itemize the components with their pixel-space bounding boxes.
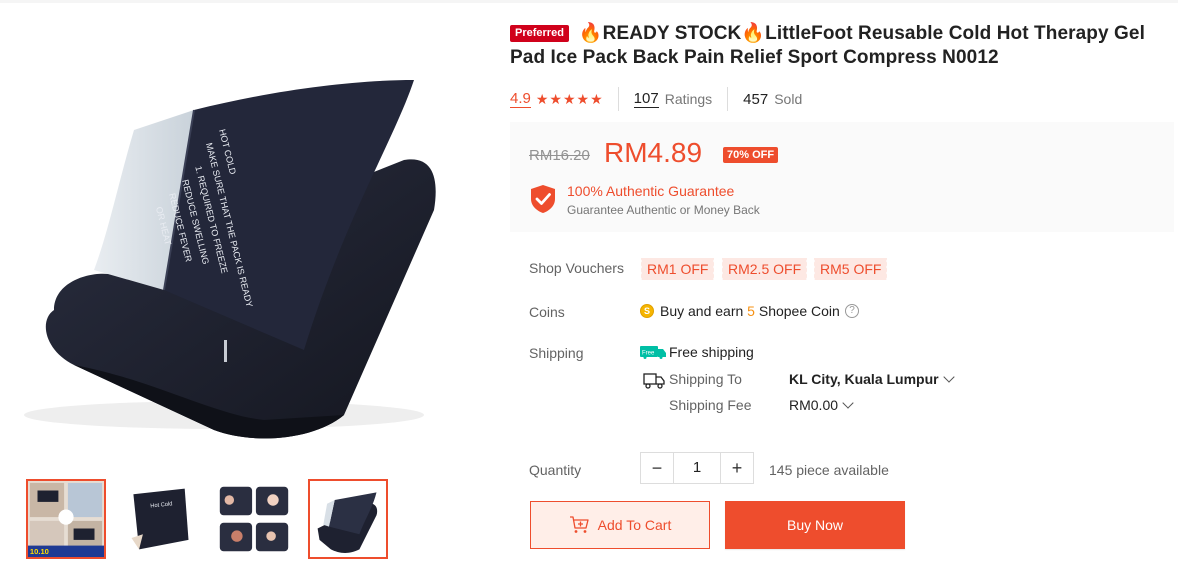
- voucher-chip[interactable]: RM2.5 OFF: [720, 258, 808, 280]
- buy-now-button[interactable]: Buy Now: [725, 501, 905, 549]
- chevron-down-icon: [942, 371, 955, 383]
- star-icon: ★: [576, 90, 590, 107]
- free-shipping-text: Free shipping: [669, 344, 754, 360]
- thumb-promo-label: 10.10: [30, 547, 49, 556]
- rating-stars: ★ ★ ★ ★ ★: [536, 91, 603, 108]
- thumbnail-image: Hot Cold: [122, 481, 198, 557]
- coins-text-before: Buy and earn: [660, 303, 748, 319]
- coins-amount: 5: [747, 303, 755, 319]
- guarantee-title[interactable]: 100% Authentic Guarantee: [567, 183, 734, 199]
- product-title: Preferred 🔥READY STOCK🔥LittleFoot Reusabl…: [510, 22, 1174, 70]
- shipping-fee-text: RM0.00: [789, 397, 839, 413]
- coins-text: Buy and earn 5 Shopee Coin: [660, 303, 840, 319]
- ratings-label: Ratings: [664, 91, 713, 107]
- shop-vouchers-label: Shop Vouchers: [529, 260, 624, 276]
- stock-available: 145 piece available: [769, 462, 889, 478]
- original-price: RM16.20: [529, 147, 590, 164]
- thumbnail-4-selected[interactable]: [308, 479, 388, 559]
- main-product-image[interactable]: HOT COLD MAKE SURE THAT THE PACK IS READ…: [14, 20, 494, 452]
- guarantee-subtitle: Guarantee Authentic or Money Back: [567, 203, 760, 217]
- shipping-to-text: KL City, Kuala Lumpur: [789, 371, 939, 387]
- product-page: HOT COLD MAKE SURE THAT THE PACK IS READ…: [0, 0, 1178, 573]
- free-shipping-icon: Free: [640, 346, 666, 359]
- quantity-decrease-button[interactable]: −: [641, 453, 673, 483]
- shipping-to-label: Shipping To: [669, 371, 742, 387]
- sold-label: Sold: [774, 91, 803, 107]
- star-icon: ★: [590, 90, 603, 107]
- current-price: RM4.89: [604, 137, 703, 168]
- sold-count: 457: [743, 90, 769, 108]
- thumbnail-1[interactable]: 10.10: [26, 479, 106, 559]
- chevron-down-icon: [842, 397, 854, 409]
- shipping-fee-label: Shipping Fee: [669, 397, 752, 413]
- thumbnail-image: [310, 481, 386, 557]
- thumbnail-strip: 10.10 Hot Cold: [26, 479, 388, 559]
- rating-row: 4.9 ★ ★ ★ ★ ★ 107 Ratings 457 Sold: [510, 87, 803, 111]
- top-divider: [0, 0, 1178, 3]
- shield-check-icon: [531, 185, 555, 213]
- thumbnail-2[interactable]: Hot Cold: [120, 479, 200, 559]
- quantity-stepper: − 1 +: [640, 452, 754, 484]
- gel-pack-illustration: HOT COLD MAKE SURE THAT THE PACK IS READ…: [24, 80, 436, 439]
- shipping-label: Shipping: [529, 345, 584, 361]
- coins-label: Coins: [529, 304, 565, 320]
- shipping-fee-value[interactable]: RM0.00: [789, 397, 854, 413]
- add-to-cart-label: Add To Cart: [597, 517, 672, 533]
- price-section: RM16.20 RM4.89 70% OFF 100% Authentic Gu…: [510, 122, 1174, 232]
- help-icon[interactable]: ?: [845, 304, 859, 318]
- divider: [727, 87, 729, 111]
- thumbnail-image: [216, 481, 292, 557]
- truck-icon: [643, 373, 665, 389]
- add-to-cart-button[interactable]: Add To Cart: [530, 501, 710, 549]
- divider: [617, 87, 619, 111]
- voucher-chip[interactable]: RM5 OFF: [812, 258, 888, 280]
- coin-icon: S: [640, 304, 654, 318]
- thumbnail-3[interactable]: [214, 479, 294, 559]
- voucher-chip[interactable]: RM1 OFF: [639, 258, 715, 280]
- shipping-to-value[interactable]: KL City, Kuala Lumpur: [789, 371, 955, 387]
- product-info: Preferred 🔥READY STOCK🔥LittleFoot Reusabl…: [510, 22, 1174, 549]
- free-badge-text: Free: [642, 351, 655, 357]
- cart-plus-icon: [569, 516, 589, 533]
- preferred-badge: Preferred: [510, 25, 569, 42]
- quantity-increase-button[interactable]: +: [721, 453, 753, 483]
- quantity-label: Quantity: [529, 462, 582, 478]
- star-icon: ★: [562, 90, 576, 107]
- discount-badge: 70% OFF: [723, 147, 779, 163]
- thumbnail-image: 10.10: [28, 481, 104, 557]
- product-title-text: 🔥READY STOCK🔥LittleFoot Reusable Cold Ho…: [510, 23, 1145, 68]
- star-icon: ★: [535, 90, 549, 107]
- ratings-count[interactable]: 107: [633, 90, 659, 108]
- star-icon: ★: [549, 90, 562, 107]
- rating-score[interactable]: 4.9: [510, 90, 531, 108]
- quantity-input[interactable]: 1: [673, 453, 721, 483]
- coins-text-after: Shopee Coin: [754, 303, 840, 319]
